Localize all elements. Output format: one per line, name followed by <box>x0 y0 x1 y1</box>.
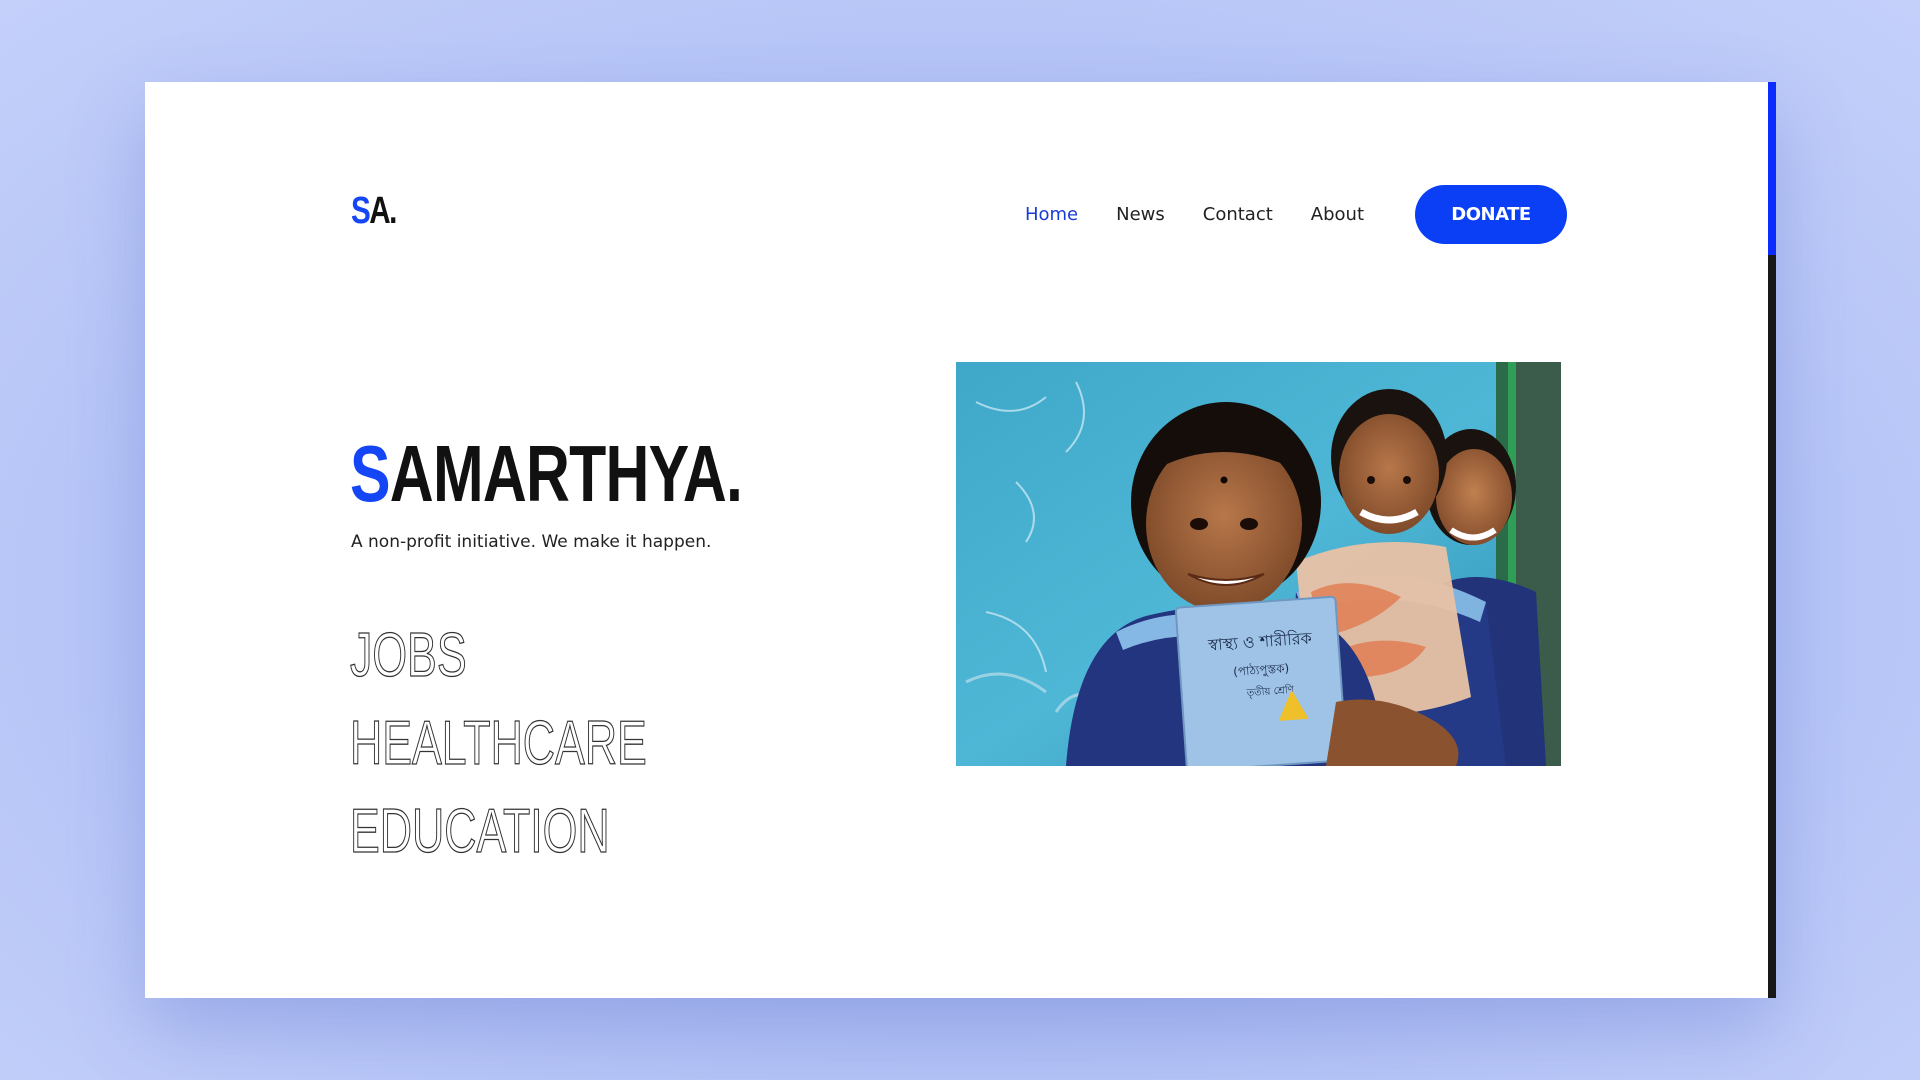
logo-accent-letter: S <box>351 190 371 232</box>
hero-title: SAMARTHYA. <box>350 434 743 514</box>
focus-item-education: EDUCATION <box>350 796 611 866</box>
page-scrollbar[interactable] <box>1768 82 1776 998</box>
focus-item-healthcare: HEALTHCARE <box>350 708 648 778</box>
focus-item-jobs: JOBS <box>350 620 468 690</box>
logo-text: A. <box>369 190 397 232</box>
nav-news-link[interactable]: News <box>1116 204 1165 225</box>
nav-home-link[interactable]: Home <box>1025 204 1078 225</box>
hero-title-text: AMARTHYA. <box>389 429 743 518</box>
site-logo[interactable]: SA. <box>351 188 397 234</box>
nav-contact-link[interactable]: Contact <box>1203 204 1273 225</box>
focus-areas-list: JOBS HEALTHCARE EDUCATION <box>350 612 762 876</box>
main-navigation: Home News Contact About DONATE <box>987 185 1567 244</box>
nav-about-link[interactable]: About <box>1311 204 1364 225</box>
donate-button[interactable]: DONATE <box>1415 185 1567 244</box>
scrollbar-thumb[interactable] <box>1768 82 1776 255</box>
tagline: A non-profit initiative. We make it happ… <box>351 532 712 552</box>
hero-photo-children: স্বাস্থ্য ও শারীরিক (পাঠ্যপুস্তক) তৃতীয়… <box>956 362 1561 766</box>
browser-window: SA. Home News Contact About DONATE SAMAR… <box>145 82 1776 998</box>
hero-title-accent-letter: S <box>350 429 391 518</box>
